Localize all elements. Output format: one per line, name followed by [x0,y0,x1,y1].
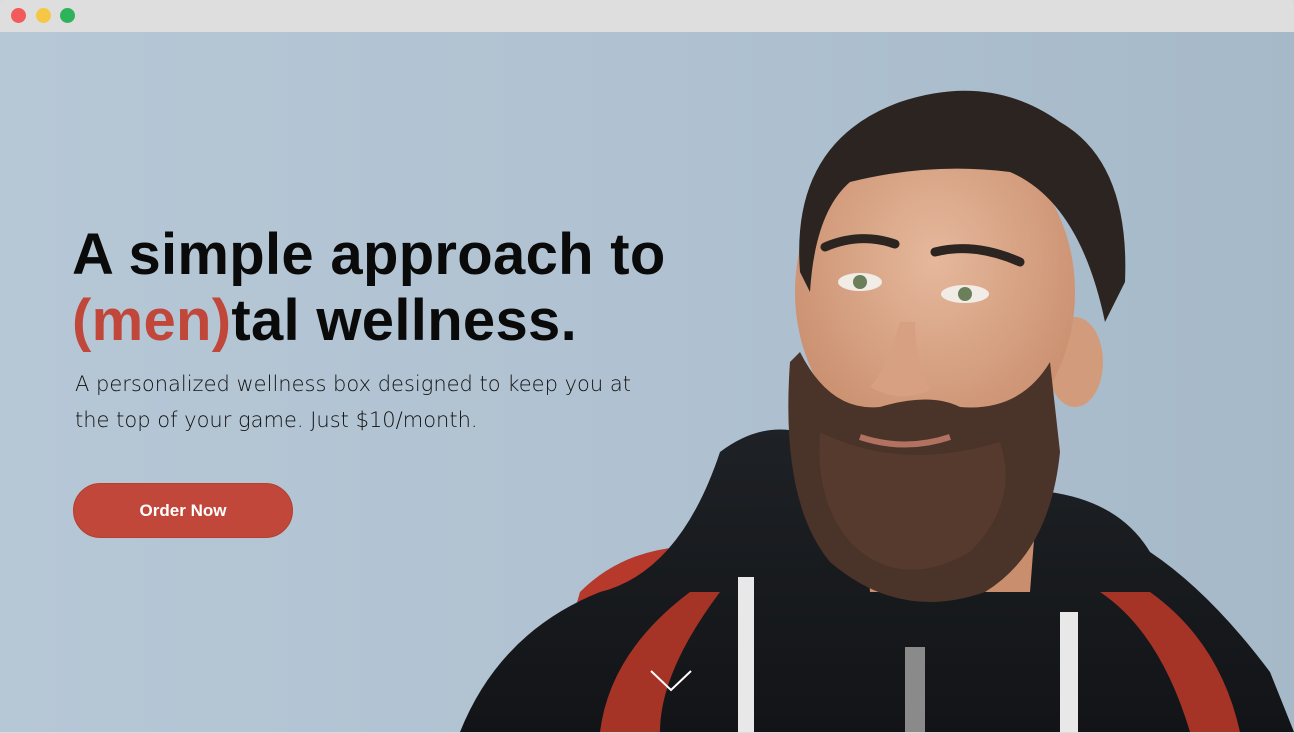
maximize-window-button[interactable] [60,8,75,23]
chevron-down-icon[interactable] [648,668,694,694]
window-titlebar [0,0,1294,32]
browser-window: A simple approach to (men)tal wellness. … [0,0,1294,733]
headline-accent: (men) [72,288,232,353]
minimize-window-button[interactable] [36,8,51,23]
headline-rest: tal wellness. [231,288,578,353]
hero-subtext: A personalized wellness box designed to … [75,372,631,432]
close-window-button[interactable] [11,8,26,23]
headline-line-1: A simple approach to [72,222,666,287]
order-now-button[interactable]: Order Now [73,483,293,538]
hero-section: A simple approach to (men)tal wellness. … [0,32,1294,732]
hero-headline: A simple approach to (men)tal wellness. [72,222,666,354]
